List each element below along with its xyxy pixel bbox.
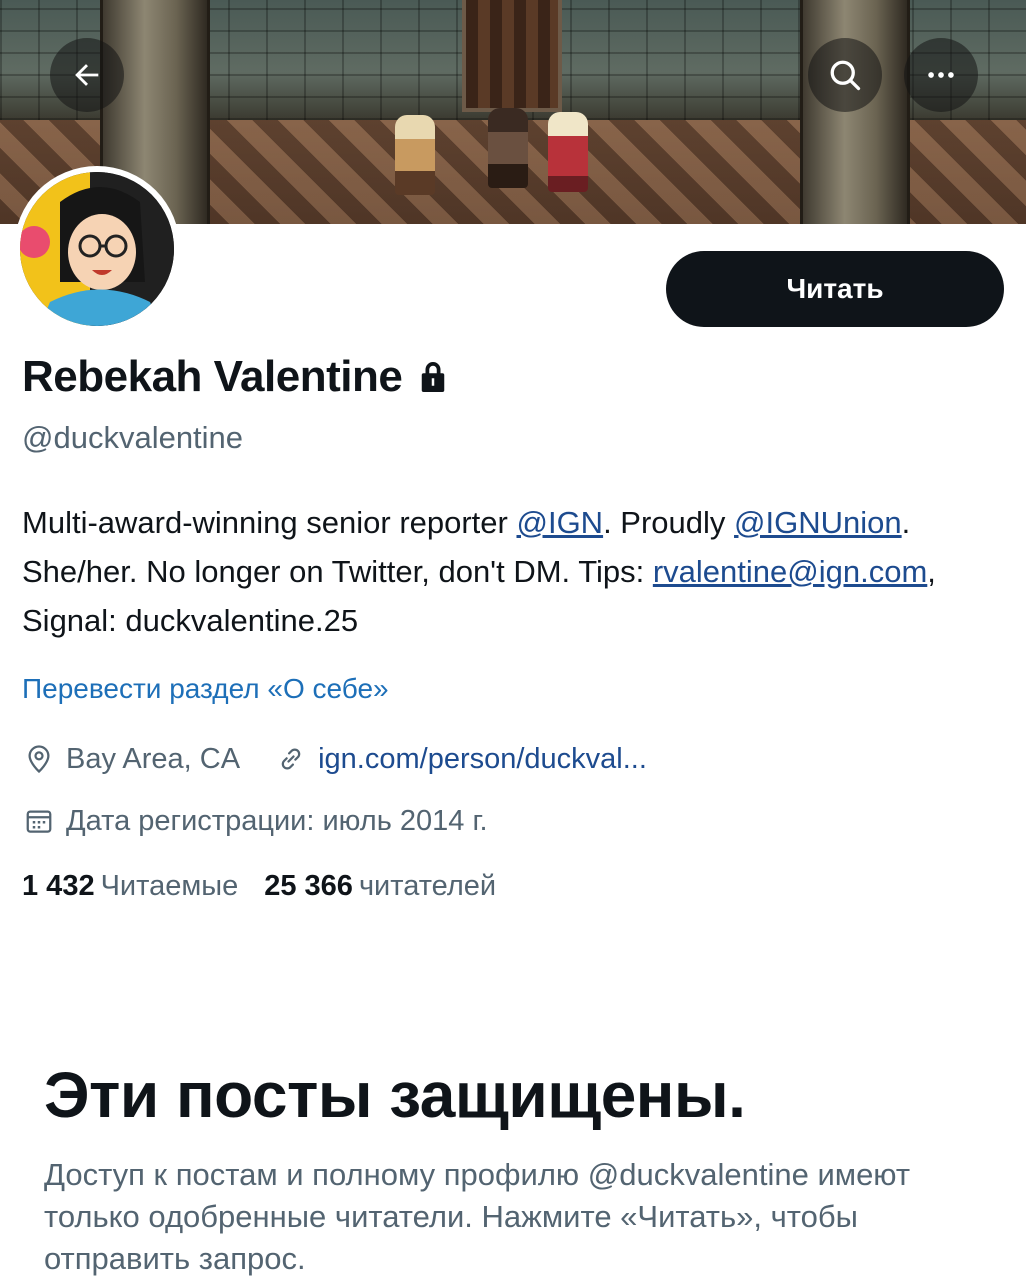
following-label: Читаемые — [100, 870, 239, 902]
follow-button[interactable]: Читать — [666, 251, 1004, 327]
protected-posts-text: Доступ к постам и полному профилю @duckv… — [44, 1157, 911, 1276]
mention-link-ignunion[interactable]: @IGNUnion — [734, 505, 902, 540]
avatar-image — [20, 172, 174, 326]
profile-stats: 1 432 Читаемые 25 366 читателей — [22, 870, 496, 903]
following-stat[interactable]: 1 432 Читаемые — [22, 870, 238, 903]
banner-character — [395, 115, 435, 195]
search-button[interactable] — [808, 38, 882, 112]
banner-character — [548, 112, 588, 192]
joined-date-text: Дата регистрации: июль 2014 г. — [66, 804, 488, 837]
calendar-icon — [22, 804, 56, 838]
display-name: Rebekah Valentine — [22, 352, 403, 401]
following-count: 1 432 — [22, 870, 95, 902]
profile-meta-location: Bay Area, CA ign.com/person/duckval... — [22, 742, 647, 776]
arrow-left-icon — [75, 64, 99, 86]
banner-pillar-right — [800, 0, 910, 224]
website-link[interactable]: ign.com/person/duckval... — [318, 743, 647, 776]
banner-character — [488, 108, 528, 188]
location-text: Bay Area, CA — [66, 742, 241, 775]
link-icon — [274, 742, 308, 776]
search-icon — [830, 60, 861, 91]
translate-bio-link[interactable]: Перевести раздел «О себе» — [22, 673, 389, 705]
followers-count: 25 366 — [264, 870, 353, 902]
followers-label: читателей — [358, 870, 497, 902]
bio-text: . Proudly — [603, 505, 735, 540]
back-button[interactable] — [50, 38, 124, 112]
location-icon — [22, 742, 56, 776]
followers-stat[interactable]: 25 366 читателей — [264, 870, 496, 903]
profile-handle: @duckvalentine — [22, 420, 244, 455]
banner-door — [462, 0, 562, 112]
more-button[interactable] — [904, 38, 978, 112]
name-row: Rebekah Valentine — [22, 352, 448, 402]
more-horizontal-icon — [928, 72, 954, 78]
profile-bio: Multi-award-winning senior reporter @IGN… — [22, 498, 1002, 645]
lock-icon — [422, 362, 445, 392]
mention-link-ign[interactable]: @IGN — [516, 505, 603, 540]
bio-text: Multi-award-winning senior reporter — [22, 505, 517, 540]
email-link[interactable]: rvalentine@ign.com — [653, 554, 927, 589]
profile-meta-joined: Дата регистрации: июль 2014 г. — [22, 804, 488, 838]
avatar[interactable] — [14, 166, 180, 332]
protected-posts-title: Эти посты защищены. — [44, 1059, 746, 1131]
